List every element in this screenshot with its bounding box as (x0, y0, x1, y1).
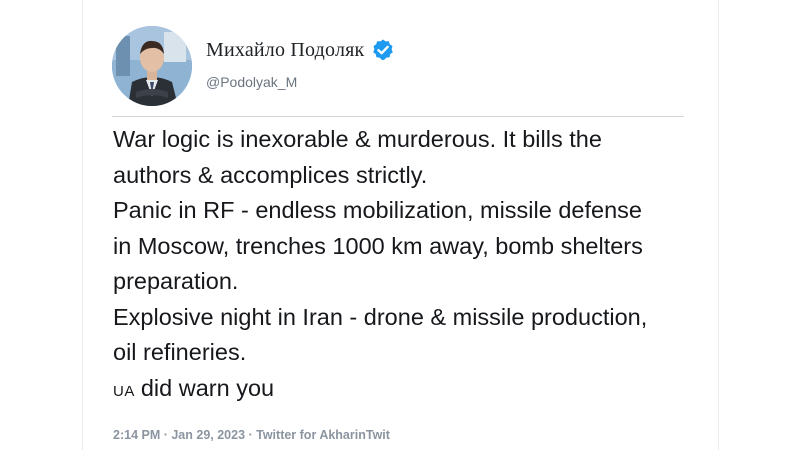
tweet-line: oil refineries. (113, 339, 247, 365)
left-border (82, 0, 83, 450)
tweet-line: Panic in RF - endless mobilization, miss… (113, 197, 642, 223)
tweet-text: War logic is inexorable & murderous. It … (113, 122, 693, 409)
verified-badge-icon (373, 39, 394, 60)
header-divider (112, 116, 684, 117)
tweet-line: authors & accomplices strictly. (113, 161, 428, 188)
avatar[interactable] (112, 26, 192, 106)
author-handle[interactable]: @Podolyak_M (206, 74, 297, 90)
ua-flag-text: UA (113, 382, 135, 400)
right-border (718, 0, 719, 450)
author-row: Михайло Подоляк (206, 38, 395, 62)
tweet-line: preparation. (113, 268, 239, 294)
author-display-name[interactable]: Михайло Подоляк (206, 39, 364, 62)
tweet-timestamp[interactable]: 2:14 PM · Jan 29, 2023 · Twitter for Akh… (113, 428, 390, 442)
tweet-line-last-text: did warn you (140, 374, 275, 401)
tweet-line: Explosive night in Iran - drone & missil… (113, 303, 648, 330)
tweet-line: in Moscow, trenches 1000 km away, bomb s… (113, 232, 643, 259)
avatar-photo (112, 26, 192, 106)
tweet-line: War logic is inexorable & murderous. It … (113, 126, 602, 152)
tweet-card: Михайло Подоляк @Podolyak_M War logic is… (0, 0, 800, 450)
tweet-line-last: UA did warn you (113, 371, 693, 410)
